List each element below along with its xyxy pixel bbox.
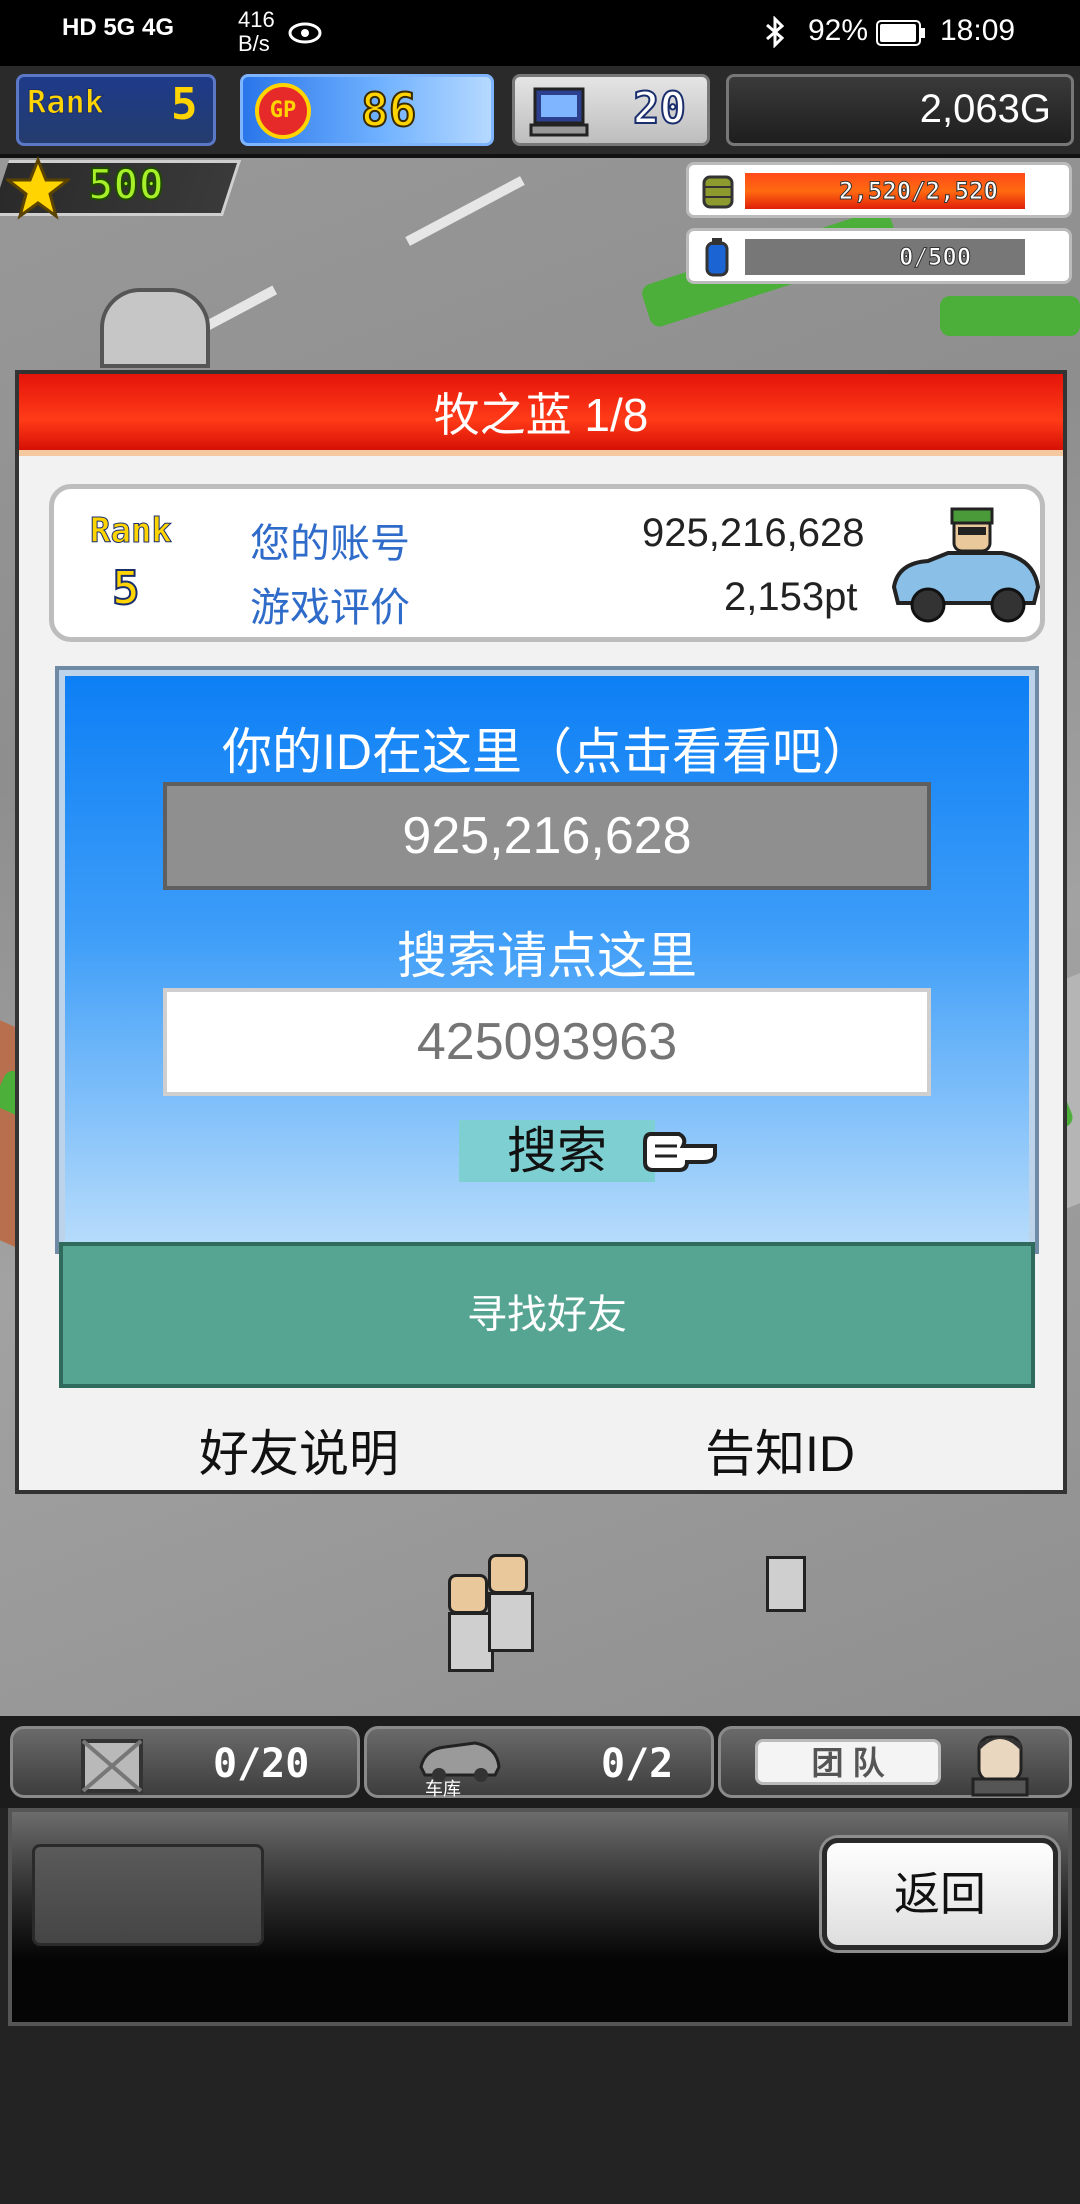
friend-id-search-input[interactable] xyxy=(163,988,931,1096)
back-button[interactable]: 返回 xyxy=(822,1838,1058,1950)
worker-character[interactable] xyxy=(766,1556,806,1612)
eye-icon xyxy=(288,22,322,44)
gold-amount: 2,063G xyxy=(919,87,1051,131)
rank-value: 5 xyxy=(171,79,198,130)
car-avatar-icon xyxy=(891,507,1041,623)
friend-help-link[interactable]: 好友说明 xyxy=(199,1414,399,1486)
pc-value: 20 xyxy=(632,82,687,135)
hedge xyxy=(940,296,1080,336)
net-speed-unit: B/s xyxy=(238,31,270,56)
find-friend-button[interactable]: 寻找好友 xyxy=(59,1242,1035,1388)
clock: 18:09 xyxy=(940,14,1016,47)
id-panel: 你的ID在这里（点击看看吧） 925,216,628 搜索请点这里 搜索 xyxy=(55,666,1039,1254)
money-bar-value: 2,520/2,520 xyxy=(839,177,999,206)
garage-count: 0/2 xyxy=(601,1741,674,1787)
crate-icon xyxy=(81,1739,143,1793)
account-label: 您的账号 xyxy=(250,522,410,566)
worker-character[interactable] xyxy=(488,1554,534,1664)
rank-label: Rank xyxy=(26,83,105,122)
star-icon xyxy=(6,156,70,220)
notify-id-link[interactable]: 告知ID xyxy=(705,1414,855,1486)
friends-dialog: 牧之蓝 1/8 Rank 5 您的账号 游戏评价 925,216,628 2,1… xyxy=(15,370,1067,1494)
dialog-title: 牧之蓝 1/8 xyxy=(19,374,1063,456)
card-rank-value: 5 xyxy=(111,560,141,616)
card-rank-label: Rank xyxy=(90,511,173,552)
gp-coin-icon: GP xyxy=(255,83,311,139)
fuel-tank-icon xyxy=(705,238,729,277)
garage-tab[interactable]: 车库 0/2 xyxy=(364,1726,714,1799)
status-bar: HD 5G 4G 416 B/s 92% 18:09 xyxy=(0,0,1080,66)
empty-area xyxy=(0,2026,1080,2204)
road-marking xyxy=(405,176,525,246)
rating-label: 游戏评价 xyxy=(250,586,410,630)
id-heading: 你的ID在这里（点击看看吧） xyxy=(222,724,872,780)
computer-icon xyxy=(529,87,589,137)
star-value: 500 xyxy=(87,159,165,210)
net-speed: 416 B/s xyxy=(238,8,275,56)
team-tab[interactable]: 团 队 xyxy=(718,1726,1072,1798)
gp-label: GP xyxy=(269,98,297,123)
bottom-tab-bar: 0/20 车库 0/2 团 队 xyxy=(0,1716,1080,1808)
my-id-display[interactable]: 925,216,628 xyxy=(163,782,931,890)
gold-box: 2,063G xyxy=(726,74,1074,146)
account-card: Rank 5 您的账号 游戏评价 925,216,628 2,153pt xyxy=(49,484,1045,642)
inventory-tab[interactable]: 0/20 xyxy=(10,1726,360,1798)
money-bar[interactable]: 2,520/2,520 xyxy=(686,162,1072,218)
coin-stack-icon xyxy=(702,175,734,209)
network-icons: HD 5G 4G xyxy=(62,14,175,41)
top-hud: Rank 5 GP 86 20 2,063G xyxy=(0,66,1080,158)
empty-slot-button[interactable] xyxy=(32,1844,264,1946)
battery-icon xyxy=(876,20,925,46)
rank-box[interactable]: Rank 5 xyxy=(16,74,216,146)
search-button[interactable]: 搜索 xyxy=(459,1120,655,1182)
inventory-count: 0/20 xyxy=(213,1741,310,1787)
team-label: 团 队 xyxy=(755,1739,941,1785)
fuel-bar[interactable]: 0/500 xyxy=(686,228,1072,284)
rating-value: 2,153pt xyxy=(724,575,858,619)
battery-percent: 92% xyxy=(808,14,869,47)
gp-value: 86 xyxy=(360,82,417,138)
search-heading: 搜索请点这里 xyxy=(397,928,697,984)
gp-box[interactable]: GP 86 xyxy=(240,74,494,146)
net-speed-value: 416 xyxy=(238,7,275,32)
fuel-bar-value: 0/500 xyxy=(898,243,972,272)
account-value: 925,216,628 xyxy=(642,511,865,555)
fuel-bar-track xyxy=(745,239,1025,275)
building xyxy=(100,288,210,368)
pc-box[interactable]: 20 xyxy=(512,74,710,146)
garage-label: 车库 xyxy=(425,1779,461,1799)
staff-portrait-icon xyxy=(971,1735,1029,1797)
bluetooth-icon xyxy=(766,16,785,48)
pointing-hand-icon xyxy=(643,1132,717,1172)
